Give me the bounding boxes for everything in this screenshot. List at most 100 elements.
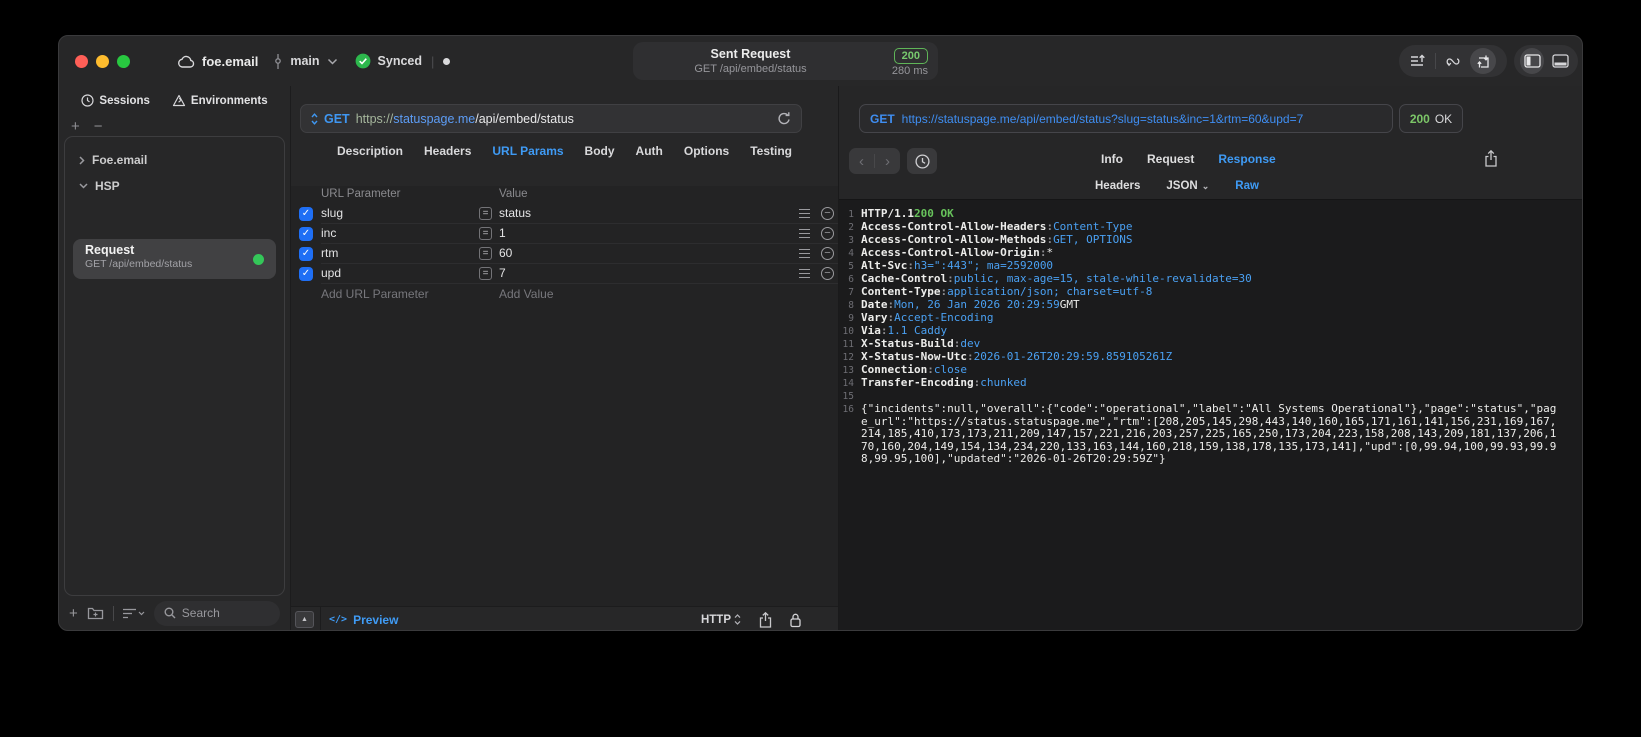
back-button[interactable]: ‹ <box>849 153 874 170</box>
response-subtab-label: Raw <box>1235 180 1259 192</box>
toggle-left-sidebar-icon[interactable] <box>1520 48 1544 74</box>
tab-options[interactable]: Options <box>684 144 729 158</box>
drag-handle-icon[interactable] <box>799 249 810 261</box>
param-value[interactable]: 7 <box>499 266 506 280</box>
param-name[interactable]: inc <box>321 226 336 240</box>
sidebar-item-request[interactable]: Request GET /api/embed/status <box>73 239 276 279</box>
branch-name[interactable]: main <box>290 54 319 68</box>
zoom-window-button[interactable] <box>117 55 130 68</box>
history-nav-group: ‹ › <box>849 148 900 174</box>
chevron-down-icon[interactable] <box>327 58 338 65</box>
line-number: 14 <box>842 378 854 389</box>
import-export-icon[interactable] <box>1470 48 1496 74</box>
response-tab-response[interactable]: Response <box>1218 152 1275 166</box>
add-param-row[interactable]: Add URL Parameter Add Value <box>321 284 838 304</box>
line-number: 8 <box>848 300 854 311</box>
param-checkbox[interactable]: ✓ <box>299 267 313 281</box>
search-field[interactable] <box>153 600 280 626</box>
search-input[interactable] <box>181 606 270 620</box>
line-number: 10 <box>842 326 854 337</box>
param-value[interactable]: 1 <box>499 226 506 240</box>
add-param-value[interactable]: Add Value <box>499 287 554 301</box>
tree-item-foe-email[interactable]: Foe.email <box>65 147 284 173</box>
chevron-right-icon[interactable] <box>79 155 85 165</box>
sort-filter-icon[interactable] <box>122 608 145 619</box>
tab-body[interactable]: Body <box>585 144 615 158</box>
param-name[interactable]: upd <box>321 266 341 280</box>
protocol-selector[interactable]: HTTP <box>701 614 741 626</box>
line-number: 3 <box>848 235 854 246</box>
tree-item-label: HSP <box>95 179 120 193</box>
add-session-button[interactable]: + <box>71 118 80 135</box>
drag-handle-icon[interactable] <box>799 209 810 221</box>
response-tab-info[interactable]: Info <box>1101 152 1123 166</box>
remove-session-button[interactable]: − <box>94 118 103 135</box>
toggle-bottom-panel-icon[interactable] <box>1548 48 1572 74</box>
header-value-plain: * <box>1046 246 1054 259</box>
response-status-box: 200 OK <box>1399 104 1463 133</box>
tab-auth[interactable]: Auth <box>636 144 663 158</box>
remove-param-icon[interactable]: − <box>821 227 834 240</box>
header-name: Date <box>861 298 888 311</box>
share-icon[interactable] <box>759 611 772 628</box>
response-subtab-json[interactable]: JSON ⌄ <box>1166 180 1209 192</box>
sent-request-capsule[interactable]: Sent Request GET /api/embed/status 200 2… <box>633 42 938 80</box>
response-raw-view[interactable]: 1 HTTP/1.1 200 OK 2 Access-Control-Allow-He… <box>839 199 1582 630</box>
lock-icon[interactable] <box>789 612 802 628</box>
param-checkbox[interactable]: ✓ <box>299 207 313 221</box>
response-line: 9 Vary: Accept-Encoding <box>839 311 1560 325</box>
request-url-field[interactable]: GET https://statuspage.me/api/embed/stat… <box>300 104 802 133</box>
remove-param-icon[interactable]: − <box>821 267 834 280</box>
param-value[interactable]: status <box>499 206 531 220</box>
drag-handle-icon[interactable] <box>799 269 810 281</box>
tab-testing[interactable]: Testing <box>750 144 792 158</box>
header-value: 1.1 Caddy <box>887 324 948 337</box>
sidebar-tab-sessions[interactable]: Sessions <box>81 94 150 107</box>
send-reload-icon[interactable] <box>777 111 791 126</box>
add-request-button[interactable]: + <box>69 605 78 622</box>
sent-request-summary[interactable]: GET https://statuspage.me/api/embed/stat… <box>859 104 1393 133</box>
remove-param-icon[interactable]: − <box>821 207 834 220</box>
param-checkbox[interactable]: ✓ <box>299 247 313 261</box>
line-number: 12 <box>842 352 854 363</box>
param-name[interactable]: slug <box>321 206 343 220</box>
close-window-button[interactable] <box>75 55 88 68</box>
drag-handle-icon[interactable] <box>799 229 810 241</box>
param-name[interactable]: rtm <box>321 246 338 260</box>
minimize-window-button[interactable] <box>96 55 109 68</box>
url-scheme: https:// <box>355 111 394 126</box>
sent-request-title: Sent Request <box>710 47 791 61</box>
window-controls <box>75 55 130 68</box>
params-table: ✓ slug = status − ✓ inc = 1 − ✓ rtm = 60 − ✓ upd = 7 − Add U… <box>291 204 838 304</box>
summary-url: https://statuspage.me/api/embed/status?s… <box>901 111 1304 126</box>
param-value[interactable]: 60 <box>499 246 512 260</box>
param-checkbox[interactable]: ✓ <box>299 227 313 241</box>
response-subtab-headers[interactable]: Headers <box>1095 180 1140 192</box>
export-response-icon[interactable] <box>1484 150 1498 167</box>
response-subtab-raw[interactable]: Raw <box>1235 180 1259 192</box>
flow-icon[interactable] <box>1440 48 1466 74</box>
header-name: X-Status-Build <box>861 337 954 350</box>
remove-param-icon[interactable]: − <box>821 247 834 260</box>
response-tab-request[interactable]: Request <box>1147 152 1194 166</box>
forward-button[interactable]: › <box>875 153 900 170</box>
request-url-text[interactable]: https://statuspage.me/api/embed/status <box>356 112 574 126</box>
chevron-down-icon[interactable] <box>79 183 88 189</box>
footer-divider <box>320 606 321 630</box>
project-name[interactable]: foe.email <box>202 54 258 69</box>
add-param-name[interactable]: Add URL Parameter <box>321 287 429 301</box>
request-list-icon[interactable] <box>1405 48 1431 74</box>
tree-item-hsp[interactable]: HSP <box>65 173 284 199</box>
app-window: foe.email main Synced | Sent Request GET… <box>58 35 1583 631</box>
expand-panel-icon[interactable]: ▲ <box>295 611 314 628</box>
request-method[interactable]: GET <box>324 112 350 126</box>
tab-url-params[interactable]: URL Params <box>492 144 563 158</box>
tab-description[interactable]: Description <box>337 144 403 158</box>
header-value: application/json; charset=utf-8 <box>947 285 1153 298</box>
method-selector-icon[interactable] <box>311 112 318 125</box>
new-folder-icon[interactable] <box>87 606 104 620</box>
history-button[interactable] <box>907 148 937 174</box>
preview-button[interactable]: </> Preview <box>329 613 398 627</box>
sidebar-tab-environments[interactable]: Environments <box>172 94 268 107</box>
tab-headers[interactable]: Headers <box>424 144 471 158</box>
